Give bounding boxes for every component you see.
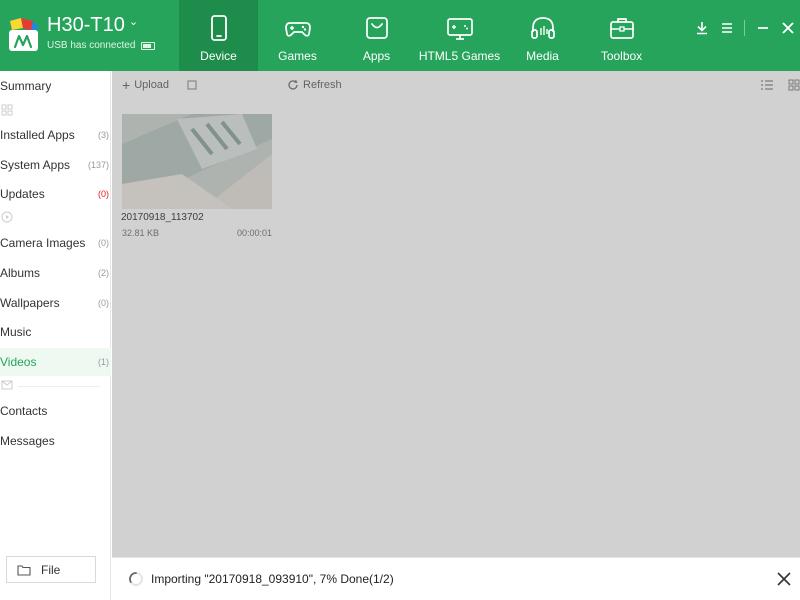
connection-status-text: USB has connected	[47, 40, 136, 51]
sidebar-item-summary[interactable]: Summary	[0, 72, 111, 100]
import-status-text: Importing "20170918_093910", 7% Done(1/2…	[151, 572, 394, 586]
sidebar-item-label: Contacts	[0, 404, 48, 418]
sidebar: Summary Installed Apps (3) System Apps (…	[0, 71, 111, 600]
folder-icon	[17, 564, 31, 576]
play-circle-icon	[1, 211, 13, 223]
tab-toolbox[interactable]: Toolbox	[582, 0, 661, 71]
tab-toolbox-label: Toolbox	[600, 49, 643, 63]
sidebar-item-music[interactable]: Music	[0, 318, 111, 346]
sidebar-item-label: Videos	[0, 355, 37, 369]
grid-icon	[1, 104, 13, 116]
modal-overlay	[112, 71, 800, 557]
tab-device[interactable]: Device	[179, 0, 258, 71]
sidebar-item-count: (2)	[98, 268, 109, 278]
shopping-bag-icon	[365, 17, 388, 39]
sidebar-item-system-apps[interactable]: System Apps (137)	[0, 151, 111, 179]
media-section-divider	[0, 211, 111, 225]
window-controls	[689, 0, 800, 55]
sidebar-item-messages[interactable]: Messages	[0, 427, 111, 455]
minimize-icon	[757, 26, 768, 29]
sidebar-item-contacts[interactable]: Contacts	[0, 397, 111, 425]
sidebar-item-label: Music	[0, 325, 32, 339]
sidebar-item-updates[interactable]: Updates (0)	[0, 180, 111, 208]
sidebar-item-label: Albums	[0, 266, 41, 280]
messages-section-divider	[0, 379, 111, 393]
sidebar-item-label: Wallpapers	[0, 296, 60, 310]
download-icon	[696, 21, 707, 34]
app-logo-icon	[9, 18, 38, 51]
sidebar-item-albums[interactable]: Albums (2)	[0, 259, 111, 287]
battery-icon	[141, 41, 156, 50]
sidebar-item-label: Camera Images	[0, 236, 86, 250]
sidebar-item-videos[interactable]: Videos (1)	[0, 348, 111, 376]
tab-games[interactable]: Games	[258, 0, 337, 71]
sidebar-item-label: System Apps	[0, 158, 71, 172]
close-icon[interactable]	[776, 571, 792, 587]
close-icon	[781, 21, 794, 34]
tab-media-label: Media	[526, 49, 559, 63]
loading-spinner-icon	[129, 572, 143, 586]
tab-html5-games[interactable]: HTML5 Games	[416, 0, 503, 71]
headphones-icon	[530, 17, 555, 39]
title-bar: H30-T10 ⌄ USB has connected Device Games	[0, 0, 800, 71]
sidebar-item-label: Summary	[0, 79, 52, 93]
chevron-down-icon[interactable]: ⌄	[129, 15, 138, 28]
device-selector[interactable]: H30-T10 ⌄ USB has connected	[0, 0, 179, 71]
window-controls-divider	[744, 19, 745, 36]
sidebar-item-label: Messages	[0, 434, 55, 448]
close-window-button[interactable]	[775, 13, 800, 43]
tab-device-label: Device	[200, 49, 237, 63]
sidebar-item-wallpapers[interactable]: Wallpapers (0)	[0, 289, 111, 317]
menu-button[interactable]	[714, 13, 739, 43]
minimize-button[interactable]	[750, 13, 775, 43]
device-name[interactable]: H30-T10 ⌄	[47, 14, 138, 37]
section-divider-line	[18, 386, 100, 387]
hamburger-menu-icon	[721, 22, 732, 33]
sidebar-item-count: (0)	[98, 189, 109, 199]
file-button-label: File	[41, 562, 61, 577]
tab-media[interactable]: Media	[503, 0, 582, 71]
tab-html5-games-label: HTML5 Games	[418, 49, 501, 63]
sidebar-item-count: (3)	[98, 130, 109, 140]
sidebar-item-installed-apps[interactable]: Installed Apps (3)	[0, 121, 111, 149]
tab-apps[interactable]: Apps	[337, 0, 416, 71]
gamepad-icon	[284, 22, 311, 37]
envelope-icon	[1, 380, 13, 390]
sidebar-item-count: (137)	[87, 160, 109, 170]
toolbox-icon	[609, 18, 634, 39]
sidebar-item-count: (1)	[98, 357, 109, 367]
apps-section-divider	[0, 104, 111, 118]
tab-games-label: Games	[278, 49, 317, 63]
html5-game-icon	[446, 18, 473, 40]
main-nav: Device Games Apps HTML5 Games Media Tool…	[179, 0, 661, 71]
download-button[interactable]	[689, 13, 714, 43]
connection-status: USB has connected	[47, 40, 156, 51]
sidebar-item-camera-images[interactable]: Camera Images (0)	[0, 229, 111, 257]
device-name-text: H30-T10	[47, 14, 125, 36]
sidebar-item-count: (0)	[98, 298, 109, 308]
sidebar-item-count: (0)	[98, 238, 109, 248]
tab-apps-label: Apps	[362, 49, 391, 63]
import-status-bar: Importing "20170918_093910", 7% Done(1/2…	[112, 557, 800, 600]
file-button[interactable]: File	[6, 556, 96, 583]
sidebar-item-label: Installed Apps	[0, 128, 75, 142]
tablet-icon	[210, 15, 227, 41]
sidebar-item-label: Updates	[0, 187, 45, 201]
